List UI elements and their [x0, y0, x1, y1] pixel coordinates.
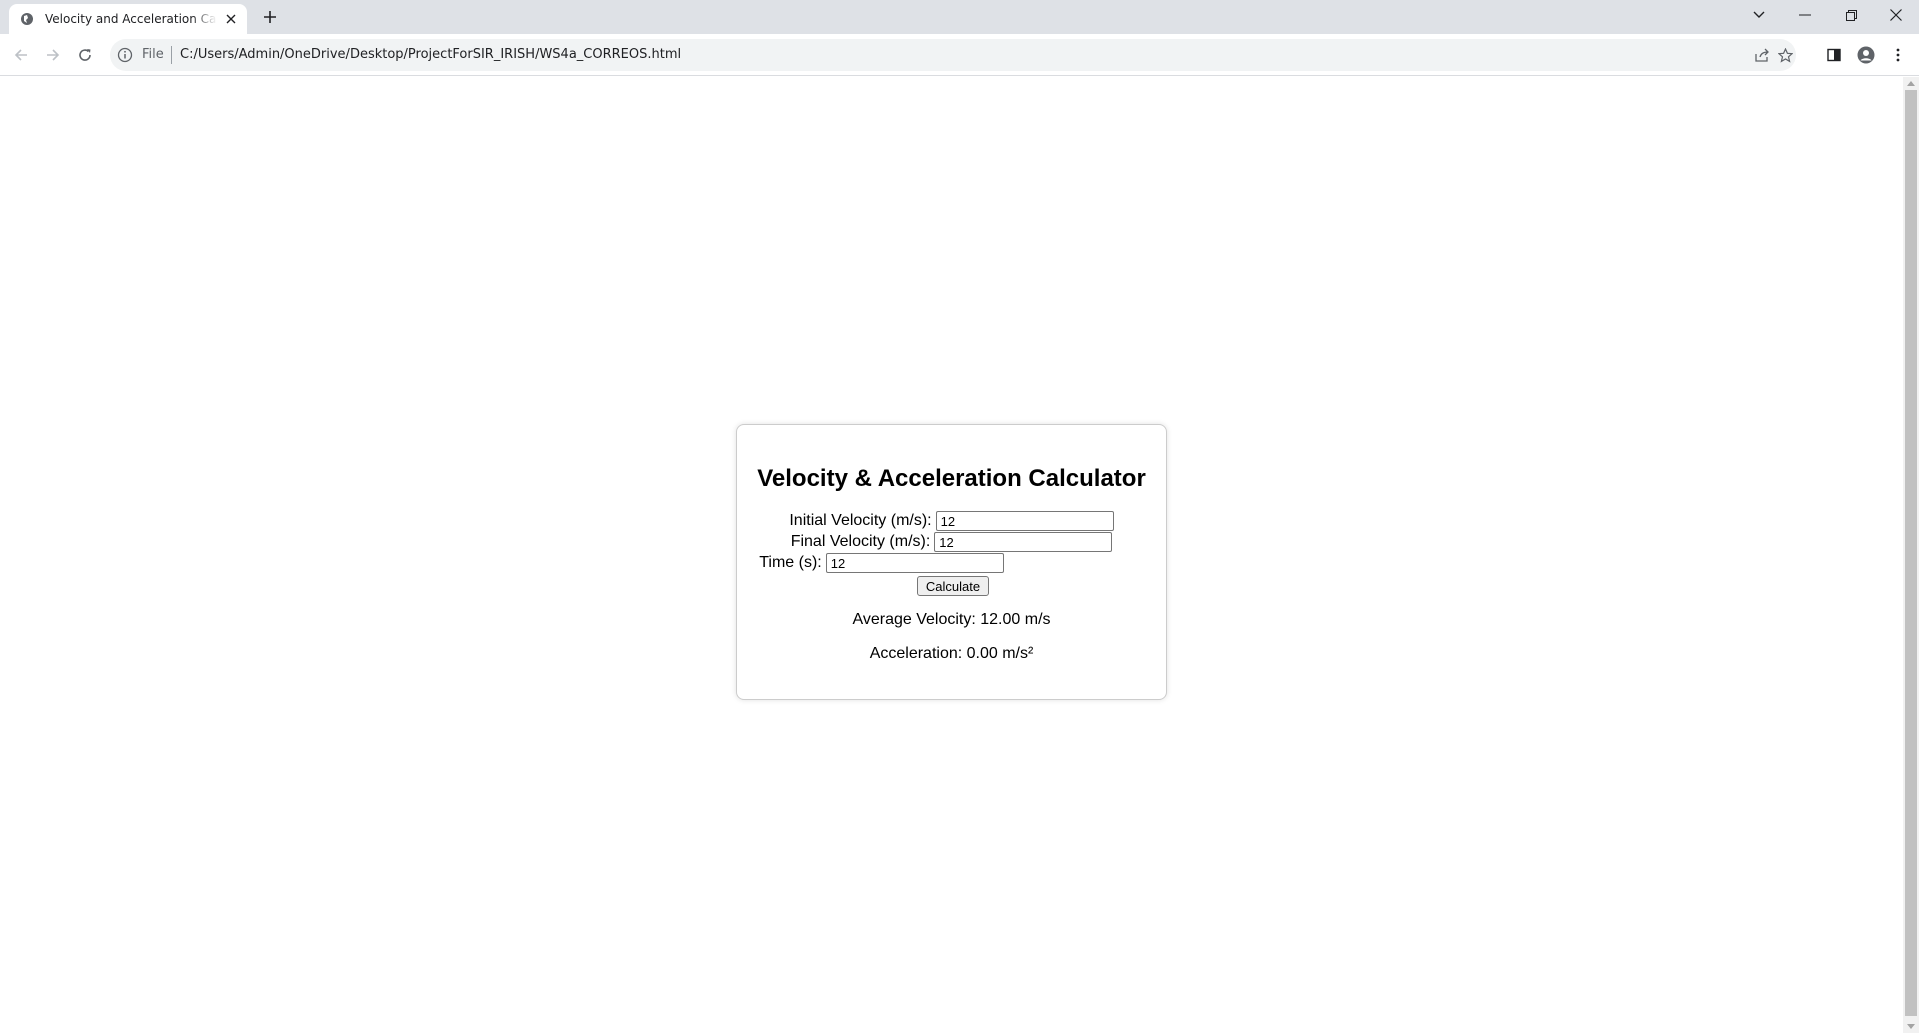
more-menu-icon[interactable] [1886, 43, 1910, 67]
time-row: Time (s): [667, 553, 1096, 573]
tab-strip: Velocity and Acceleration Calculator [0, 0, 1919, 34]
tab-title: Velocity and Acceleration Calculator [45, 12, 217, 26]
time-label: Time (s): [759, 554, 822, 571]
close-icon[interactable] [223, 11, 239, 27]
url-scheme-label: File [142, 47, 164, 62]
bookmark-star-icon[interactable] [1777, 47, 1793, 63]
minimize-icon[interactable] [1782, 0, 1828, 30]
restore-icon[interactable] [1828, 0, 1874, 30]
average-velocity-result: Average Velocity: 12.00 m/s [852, 611, 1051, 628]
reload-icon[interactable] [73, 43, 97, 67]
calculate-button[interactable]: Calculate [917, 576, 989, 596]
final-velocity-row: Final Velocity (m/s): [737, 532, 1166, 552]
address-bar[interactable]: File C:/Users/Admin/OneDrive/Desktop/Pro… [110, 39, 1796, 71]
acceleration-result: Acceleration: 0.00 m/s² [869, 645, 1034, 662]
omnibox-divider [171, 46, 172, 64]
page-title: Velocity & Acceleration Calculator [757, 465, 1146, 492]
side-panel-icon[interactable] [1822, 43, 1846, 67]
initial-velocity-row: Initial Velocity (m/s): [737, 511, 1166, 531]
window-close-icon[interactable] [1873, 0, 1919, 30]
final-velocity-input[interactable] [934, 532, 1113, 552]
scroll-up-arrow-icon[interactable] [1907, 81, 1915, 86]
vertical-scrollbar[interactable] [1903, 77, 1919, 1033]
scroll-down-arrow-icon[interactable] [1907, 1024, 1915, 1029]
info-icon[interactable] [117, 47, 133, 63]
initial-velocity-label: Initial Velocity (m/s): [789, 512, 932, 529]
scrollbar-thumb[interactable] [1905, 90, 1917, 1016]
tab-search-chevron-icon[interactable] [1736, 0, 1782, 30]
profile-avatar-icon[interactable] [1854, 43, 1878, 67]
initial-velocity-input[interactable] [935, 511, 1114, 531]
new-tab-plus-icon[interactable] [260, 7, 280, 27]
browser-toolbar: File C:/Users/Admin/OneDrive/Desktop/Pro… [0, 34, 1919, 76]
share-icon[interactable] [1754, 47, 1770, 63]
back-arrow-icon[interactable] [9, 43, 33, 67]
calculator-container: Velocity & Acceleration Calculator Initi… [736, 424, 1167, 700]
forward-arrow-icon[interactable] [41, 43, 65, 67]
browser-tab[interactable]: Velocity and Acceleration Calculator [9, 4, 247, 34]
time-input[interactable] [825, 553, 1004, 573]
final-velocity-label: Final Velocity (m/s): [790, 533, 931, 550]
url-text[interactable]: C:/Users/Admin/OneDrive/Desktop/ProjectF… [180, 47, 681, 62]
globe-icon [19, 11, 35, 27]
